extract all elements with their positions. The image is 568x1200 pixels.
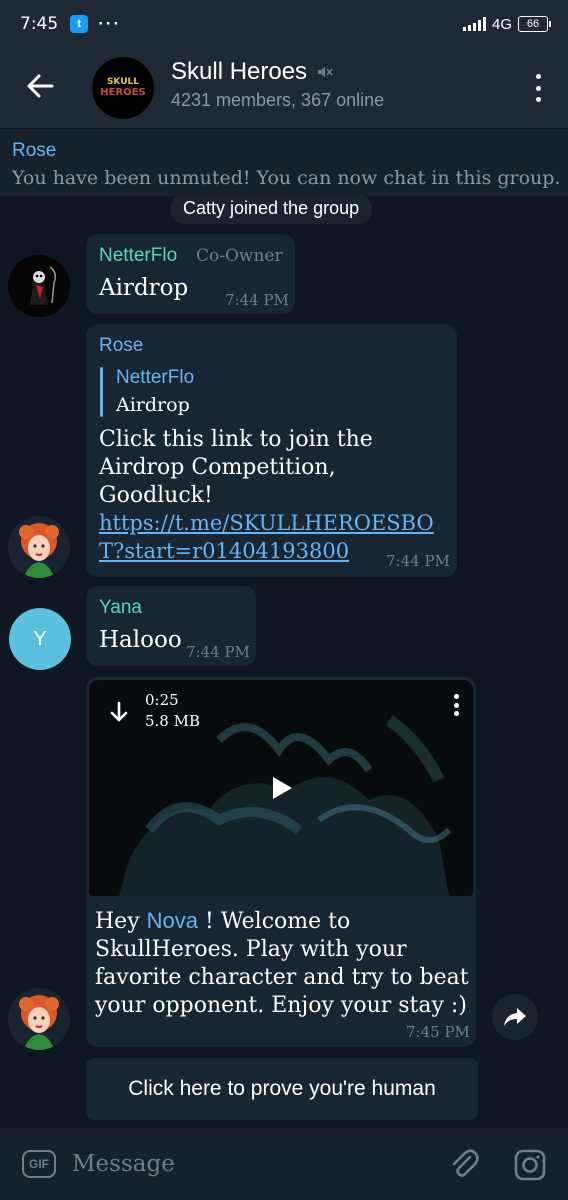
service-message: Catty joined the group: [170, 194, 373, 224]
user-mention[interactable]: Nova: [147, 908, 198, 933]
avatar-rose[interactable]: [8, 988, 70, 1050]
logo-text-bottom: HEROES: [100, 87, 146, 99]
battery-level: 66: [526, 18, 540, 30]
reaper-icon: [8, 255, 70, 317]
message-text: Click this link to join the Airdrop Comp…: [99, 427, 373, 508]
message-sender[interactable]: Yana: [99, 597, 142, 619]
video-attachment[interactable]: 0:25 5.8 MB: [89, 680, 473, 896]
battery-icon: 66: [518, 16, 551, 32]
attach-icon[interactable]: [448, 1148, 480, 1180]
message-bubble[interactable]: NetterFlo Co-Owner Airdrop 7:44 PM: [86, 234, 295, 314]
avatar-letter: Y: [33, 627, 47, 650]
chat-header: SKULL HEROES Skull Heroes 4231 members, …: [0, 48, 568, 128]
network-type: 4G: [491, 15, 512, 33]
avatar-yana[interactable]: Y: [9, 608, 71, 670]
camera-icon[interactable]: [513, 1148, 547, 1182]
message-input-bar: GIF: [0, 1128, 568, 1200]
share-arrow-icon: [504, 1008, 526, 1026]
back-arrow-icon[interactable]: [24, 70, 56, 102]
message-time: 7:44 PM: [186, 643, 250, 661]
twitter-icon: t: [70, 15, 89, 33]
video-duration: 0:25: [145, 691, 179, 709]
message-bubble[interactable]: 0:25 5.8 MB Hey Nova ! Welcome to SkullH…: [86, 677, 476, 1047]
forward-button[interactable]: [492, 994, 538, 1040]
message-time: 7:44 PM: [386, 552, 450, 570]
muted-icon: [318, 67, 333, 77]
video-size: 5.8 MB: [145, 712, 201, 730]
verify-human-button[interactable]: Click here to prove you're human: [86, 1058, 478, 1120]
chat-title[interactable]: Skull Heroes: [171, 58, 333, 86]
logo-text-top: SKULL: [106, 76, 140, 87]
video-info: 0:25 5.8 MB: [145, 690, 200, 732]
video-menu-icon[interactable]: [453, 694, 459, 716]
message-bubble[interactable]: Yana Halooo 7:44 PM: [86, 586, 256, 666]
sender-role-badge: Co-Owner: [196, 246, 283, 266]
message-input[interactable]: [72, 1146, 412, 1182]
signal-icon: [462, 17, 486, 31]
reply-text[interactable]: Airdrop: [116, 394, 190, 416]
group-avatar[interactable]: SKULL HEROES: [92, 57, 154, 119]
more-notifications-icon: ···: [98, 14, 122, 33]
message-sender[interactable]: Rose: [99, 335, 143, 357]
avatar-netterflo[interactable]: [8, 255, 70, 317]
message-time: 7:44 PM: [225, 291, 289, 309]
text-before-mention: Hey: [95, 909, 147, 934]
reply-sender[interactable]: NetterFlo: [116, 367, 194, 389]
message-text: Hey Nova ! Welcome to SkullHeroes. Play …: [95, 907, 470, 1020]
pinned-text: You have been unmuted! You can now chat …: [12, 167, 561, 189]
download-icon[interactable]: [107, 700, 131, 726]
avatar-rose[interactable]: [8, 516, 70, 578]
message-time: 7:45 PM: [406, 1023, 470, 1041]
group-logo: SKULL HEROES: [100, 76, 146, 99]
message-text: Airdrop: [99, 275, 189, 301]
more-options-icon[interactable]: [534, 74, 542, 102]
chat-title-text: Skull Heroes: [171, 58, 308, 85]
message-sender[interactable]: NetterFlo: [99, 245, 177, 267]
pinned-message[interactable]: Rose You have been unmuted! You can now …: [0, 128, 568, 196]
rose-avatar-icon: [8, 516, 70, 578]
message-bubble[interactable]: Rose NetterFlo Airdrop Click this link t…: [86, 324, 457, 577]
status-bar: 7:45 t ··· 4G 66: [0, 0, 568, 48]
play-icon[interactable]: [270, 775, 294, 801]
chat-subtitle: 4231 members, 367 online: [171, 90, 385, 110]
gif-button[interactable]: GIF: [22, 1150, 56, 1178]
rose-avatar-icon: [8, 988, 70, 1050]
status-time: 7:45: [20, 14, 59, 34]
message-text: Halooo: [99, 627, 182, 653]
pinned-sender: Rose: [12, 140, 57, 161]
reply-bar: [100, 367, 103, 417]
